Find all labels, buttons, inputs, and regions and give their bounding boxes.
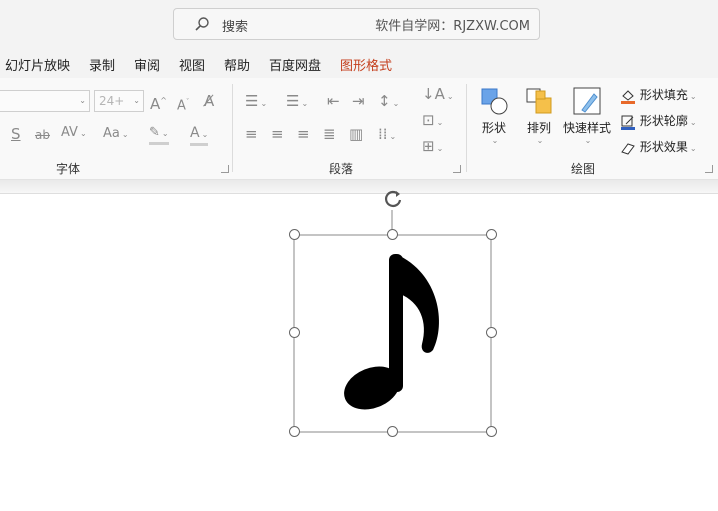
shape-outline-button[interactable]: 形状轮廓 ⌄ xyxy=(620,112,697,130)
resize-handle-left[interactable] xyxy=(289,327,300,338)
quick-styles-label: 快速样式 xyxy=(562,121,611,135)
ribbon-shadow xyxy=(0,180,718,193)
search-icon xyxy=(194,16,210,36)
shapes-button[interactable]: 形状 ⌄ xyxy=(476,86,512,145)
shapes-icon xyxy=(481,88,508,115)
arrange-icon xyxy=(526,88,552,114)
tab-help[interactable]: 帮助 xyxy=(224,55,250,74)
numbering-icon[interactable]: ☰ ⌄ xyxy=(286,93,308,112)
music-note-shape[interactable] xyxy=(338,254,440,417)
title-bar: 搜索 软件自学网：RJZXW.COM xyxy=(0,0,718,50)
arrange-button[interactable]: 排列 ⌄ xyxy=(521,86,557,145)
increase-indent-icon[interactable]: ⇥ xyxy=(352,93,365,109)
font-dialog-launcher[interactable] xyxy=(221,165,229,173)
align-right-icon[interactable]: ≡ xyxy=(297,126,310,142)
shape-fill-button[interactable]: 形状填充 ⌄ xyxy=(620,86,697,104)
quick-styles-icon xyxy=(573,87,601,115)
quick-styles-button[interactable]: 快速样式 ⌄ xyxy=(562,86,612,145)
tab-baidu-netdisk[interactable]: 百度网盘 xyxy=(269,55,321,74)
slide-canvas[interactable] xyxy=(0,190,718,510)
char-spacing-icon[interactable]: AV ⌄ xyxy=(61,125,87,142)
clear-format-icon[interactable]: A̸ xyxy=(204,93,214,109)
ribbon: ⌄ 24+ ⌄ A^ Aˇ A̸ S ab AV ⌄ Aa ⌄ ✎ ⌄ A ⌄ 字体 ☰ ⌄… xyxy=(0,78,718,180)
strikethrough-icon[interactable]: ab xyxy=(35,127,50,143)
align-left-icon[interactable]: ≡ xyxy=(245,126,258,142)
decrease-indent-icon[interactable]: ⇤ xyxy=(327,93,340,109)
resize-handle-top[interactable] xyxy=(387,229,398,240)
watermark-text: 软件自学网：RJZXW.COM xyxy=(375,19,530,34)
shape-effects-label: 形状效果 xyxy=(639,140,688,154)
columns-icon[interactable]: ⁞⁞ ⌄ xyxy=(378,126,396,145)
search-box[interactable]: 搜索 软件自学网：RJZXW.COM xyxy=(173,8,540,40)
selection-frame xyxy=(293,210,492,433)
bullets-icon[interactable]: ☰ ⌄ xyxy=(245,93,267,112)
align-center-icon[interactable]: ≡ xyxy=(271,126,284,142)
tab-shape-format[interactable]: 图形格式 xyxy=(340,55,392,74)
shadow-text-icon[interactable]: S xyxy=(11,126,21,142)
resize-handle-bottom[interactable] xyxy=(387,426,398,437)
drawing-group-label: 绘图 xyxy=(571,162,596,176)
drawing-dialog-launcher[interactable] xyxy=(705,165,713,173)
shape-effects-button[interactable]: 形状效果 ⌄ xyxy=(620,138,697,156)
tab-record[interactable]: 录制 xyxy=(89,55,115,74)
arrange-label: 排列 xyxy=(526,121,551,135)
justify-icon[interactable]: ≣ xyxy=(323,126,336,142)
align-text-icon[interactable]: ⊡ ⌄ xyxy=(422,112,443,131)
group-separator xyxy=(466,84,467,172)
shape-outline-label: 形状轮廓 xyxy=(639,114,688,128)
shape-fill-label: 形状填充 xyxy=(639,88,688,102)
pen-icon xyxy=(621,115,635,130)
change-case-icon[interactable]: Aa ⌄ xyxy=(103,126,129,143)
paragraph-dialog-launcher[interactable] xyxy=(453,165,461,173)
shrink-font-icon[interactable]: Aˇ xyxy=(177,94,189,114)
paint-bucket-icon xyxy=(621,89,635,104)
tab-review[interactable]: 审阅 xyxy=(134,55,160,74)
distributed-icon[interactable]: ▥ xyxy=(349,126,363,142)
resize-handle-top-left[interactable] xyxy=(289,229,300,240)
group-separator xyxy=(232,84,233,172)
search-placeholder: 搜索 xyxy=(222,20,249,35)
tab-view[interactable]: 视图 xyxy=(179,55,205,74)
font-color-icon[interactable]: A ⌄ xyxy=(190,125,209,146)
grow-font-icon[interactable]: A^ xyxy=(150,93,167,112)
font-size-value: 24+ xyxy=(99,94,125,108)
ribbon-tabs: 幻灯片放映 录制 审阅 视图 帮助 百度网盘 图形格式 xyxy=(0,50,718,78)
tab-slideshow[interactable]: 幻灯片放映 xyxy=(5,55,70,74)
smartart-convert-icon[interactable]: ⊞ ⌄ xyxy=(422,138,443,157)
font-group-label: 字体 xyxy=(56,162,81,176)
resize-handle-bottom-left[interactable] xyxy=(289,426,300,437)
font-name-combobox[interactable]: ⌄ xyxy=(0,90,90,112)
paragraph-group-label: 段落 xyxy=(329,162,354,176)
text-direction-icon[interactable]: ↓A ⌄ xyxy=(422,86,454,105)
resize-handle-bottom-right[interactable] xyxy=(486,426,497,437)
resize-handle-top-right[interactable] xyxy=(486,229,497,240)
resize-handle-right[interactable] xyxy=(486,327,497,338)
highlight-color-icon[interactable]: ✎ ⌄ xyxy=(149,125,169,145)
font-size-combobox[interactable]: 24+ ⌄ xyxy=(94,90,144,112)
rotate-icon[interactable] xyxy=(383,189,403,213)
line-spacing-icon[interactable]: ↕ ⌄ xyxy=(378,93,399,112)
shapes-label: 形状 xyxy=(481,121,506,135)
effects-icon xyxy=(621,142,635,155)
